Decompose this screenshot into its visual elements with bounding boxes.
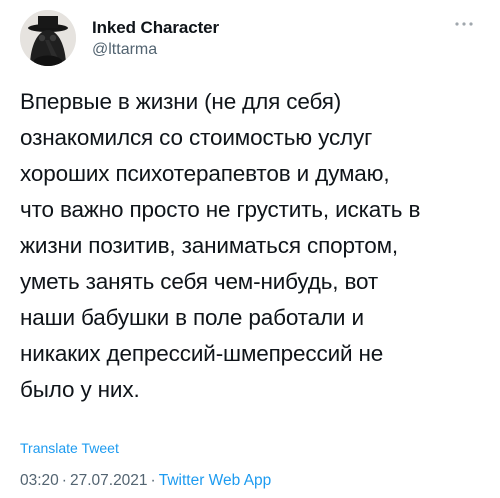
tweet-time[interactable]: 03:20 — [20, 472, 59, 489]
tweet-card: Inked Character @lttarma Впервые в жизни… — [0, 0, 500, 498]
tweet-meta: 03:20 · 27.07.2021 · Twitter Web App — [20, 472, 271, 490]
plague-doctor-avatar-icon[interactable] — [20, 10, 76, 66]
tweet-source-link[interactable]: Twitter Web App — [159, 472, 272, 489]
author-name[interactable]: Inked Character — [92, 18, 219, 38]
translate-tweet-link[interactable]: Translate Tweet — [20, 440, 119, 456]
meta-separator: · — [61, 472, 67, 489]
tweet-text: Впервые в жизни (не для себя) ознакомилс… — [20, 89, 421, 402]
meta-separator-2: · — [150, 472, 156, 489]
author-handle[interactable]: @lttarma — [92, 41, 157, 59]
tweet-date[interactable]: 27.07.2021 — [70, 472, 148, 489]
more-options-icon[interactable] — [448, 12, 480, 36]
tweet-header: Inked Character @lttarma — [20, 10, 480, 70]
